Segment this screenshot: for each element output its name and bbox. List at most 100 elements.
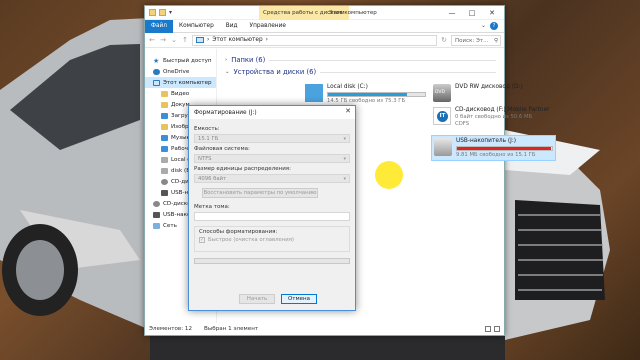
sidebar-item-label: Этот компьютер bbox=[163, 79, 212, 86]
group-header-devices[interactable]: ⌄ Устройства и диски (6) bbox=[225, 66, 496, 78]
computer-icon bbox=[153, 79, 160, 86]
chevron-down-icon: ⌄ bbox=[225, 69, 230, 75]
tab-view[interactable]: Вид bbox=[220, 20, 244, 33]
restore-defaults-button[interactable]: Восстановить параметры по умолчанию bbox=[202, 188, 318, 198]
cancel-button[interactable]: Отмена bbox=[281, 294, 317, 304]
chevron-down-icon: ▾ bbox=[343, 156, 346, 162]
search-placeholder: Поиск: Эт... bbox=[455, 37, 489, 44]
search-input[interactable]: Поиск: Эт... ⚲ bbox=[451, 34, 501, 46]
volume-label-caption: Метка тома: bbox=[194, 204, 230, 210]
chevron-down-icon: ▾ bbox=[343, 136, 346, 142]
drive-usage-bar bbox=[327, 92, 426, 97]
minimize-button[interactable]: — bbox=[442, 6, 462, 20]
recent-locations-icon[interactable]: ⌄ bbox=[170, 36, 178, 44]
format-dialog: Форматирование (J:) ✕ Емкость: 15.1 ГБ ▾… bbox=[188, 105, 356, 311]
close-button[interactable]: ✕ bbox=[482, 6, 502, 20]
folder-icon bbox=[161, 90, 168, 97]
folder-icon bbox=[161, 112, 168, 119]
status-bar: Элементов: 12 Выбран 1 элемент bbox=[145, 323, 504, 335]
drive-item-usb-j[interactable]: USB-накопитель (J:) 9.81 МБ свободно из … bbox=[431, 135, 556, 161]
sidebar-item-quick-access[interactable]: ★ Быстрый доступ bbox=[145, 55, 216, 66]
breadcrumb-separator: › bbox=[265, 37, 268, 43]
cluster-size-select[interactable]: 4096 байт ▾ bbox=[194, 174, 350, 183]
tab-manage[interactable]: Управление bbox=[244, 20, 292, 33]
dvd-drive-icon bbox=[433, 84, 451, 102]
cd-icon bbox=[153, 200, 160, 207]
quick-format-label: Быстрое (очистка оглавления) bbox=[208, 237, 294, 243]
ribbon-tabs: Файл Компьютер Вид Управление ⌄ ? bbox=[145, 19, 504, 33]
sidebar-item-this-pc[interactable]: Этот компьютер bbox=[145, 77, 216, 88]
folder-icon bbox=[161, 134, 168, 141]
details-view-icon[interactable] bbox=[485, 326, 491, 332]
status-selection: Выбран 1 элемент bbox=[204, 326, 259, 332]
chevron-down-icon[interactable]: ⌄ bbox=[481, 22, 486, 29]
capacity-select[interactable]: 15.1 ГБ ▾ bbox=[194, 134, 350, 143]
address-bar[interactable]: › Этот компьютер › bbox=[192, 34, 437, 46]
forward-arrow-icon[interactable]: → bbox=[159, 36, 167, 44]
drive-name: USB-накопитель (J:) bbox=[456, 138, 517, 144]
drive-item-cd-f[interactable]: CD-дисковод (F:) Mobile Partner 0 байт с… bbox=[431, 105, 556, 131]
sidebar-item-label: Рабоч bbox=[171, 145, 188, 152]
start-button[interactable]: Начать bbox=[239, 294, 275, 304]
drive-icon bbox=[161, 156, 168, 163]
chevron-right-icon: › bbox=[225, 57, 228, 63]
up-arrow-icon[interactable]: ↑ bbox=[181, 36, 189, 44]
refresh-icon[interactable]: ↻ bbox=[440, 36, 448, 44]
sidebar-item-label: Видео bbox=[171, 90, 190, 97]
dialog-title: Форматирование (J:) bbox=[194, 109, 257, 116]
tab-file[interactable]: Файл bbox=[145, 19, 174, 33]
volume-label-input[interactable] bbox=[194, 212, 350, 221]
drive-free-space: 0 байт свободно из 50.6 МБ bbox=[455, 114, 533, 120]
sidebar-item-onedrive[interactable]: OneDrive bbox=[145, 66, 216, 77]
sidebar-item-label: Изобр bbox=[171, 123, 189, 130]
window-title: Этот компьютер bbox=[329, 10, 377, 16]
windows-drive-icon bbox=[305, 84, 323, 102]
properties-icon[interactable] bbox=[149, 9, 156, 16]
dialog-title-bar: Форматирование (J:) ✕ bbox=[189, 106, 355, 119]
sidebar-item-label: OneDrive bbox=[163, 68, 190, 75]
filesystem-label: Файловая система: bbox=[194, 146, 250, 152]
format-options-legend: Способы форматирования: bbox=[199, 229, 278, 235]
filesystem-select[interactable]: NTFS ▾ bbox=[194, 154, 350, 163]
close-icon[interactable]: ✕ bbox=[345, 107, 351, 115]
drive-free-space: 9.81 МБ свободно из 15.1 ГБ bbox=[456, 152, 536, 158]
cluster-size-label: Размер единицы распределения: bbox=[194, 166, 291, 172]
maximize-button[interactable]: □ bbox=[462, 6, 482, 20]
chevron-down-icon[interactable]: ▾ bbox=[169, 9, 176, 16]
computer-icon bbox=[196, 37, 204, 43]
usb-icon bbox=[161, 189, 168, 196]
breadcrumb[interactable]: Этот компьютер bbox=[212, 37, 262, 43]
capacity-value: 15.1 ГБ bbox=[198, 136, 219, 142]
search-icon: ⚲ bbox=[493, 37, 498, 44]
new-folder-icon[interactable] bbox=[159, 9, 166, 16]
cloud-icon bbox=[153, 68, 160, 75]
group-header-folders[interactable]: › Папки (6) bbox=[225, 54, 496, 66]
group-title: Устройства и диски (6) bbox=[233, 68, 317, 76]
address-row: ← → ⌄ ↑ › Этот компьютер › ↻ Поиск: Эт..… bbox=[145, 33, 504, 48]
quick-format-checkbox[interactable]: ✓ Быстрое (очистка оглавления) bbox=[199, 237, 345, 243]
drive-name: DVD RW дисковод (D:) bbox=[455, 84, 523, 90]
drive-usage-bar bbox=[456, 146, 553, 151]
format-progress-bar bbox=[194, 258, 350, 264]
folder-icon bbox=[161, 123, 168, 130]
sidebar-item-label: Докум bbox=[171, 101, 190, 108]
network-icon bbox=[153, 222, 160, 229]
drive-filesystem: CDFS bbox=[455, 121, 470, 127]
group-title: Папки (6) bbox=[231, 56, 266, 64]
help-icon[interactable]: ? bbox=[490, 22, 498, 30]
usb-icon bbox=[153, 211, 160, 218]
capacity-label: Емкость: bbox=[194, 126, 220, 132]
drive-icon bbox=[161, 167, 168, 174]
star-icon: ★ bbox=[153, 56, 160, 65]
drive-name: CD-дисковод (F:) Mobile Partner bbox=[455, 107, 550, 113]
tiles-view-icon[interactable] bbox=[494, 326, 500, 332]
back-arrow-icon[interactable]: ← bbox=[148, 36, 156, 44]
cd-icon bbox=[161, 178, 168, 185]
chevron-down-icon: ▾ bbox=[343, 176, 346, 182]
sidebar-item-label: Сеть bbox=[163, 222, 177, 229]
folder-icon bbox=[161, 145, 168, 152]
sidebar-item-videos[interactable]: Видео bbox=[145, 88, 216, 99]
tab-computer[interactable]: Компьютер bbox=[173, 20, 220, 33]
format-options-group: Способы форматирования: ✓ Быстрое (очист… bbox=[194, 226, 350, 252]
folder-icon bbox=[161, 101, 168, 108]
